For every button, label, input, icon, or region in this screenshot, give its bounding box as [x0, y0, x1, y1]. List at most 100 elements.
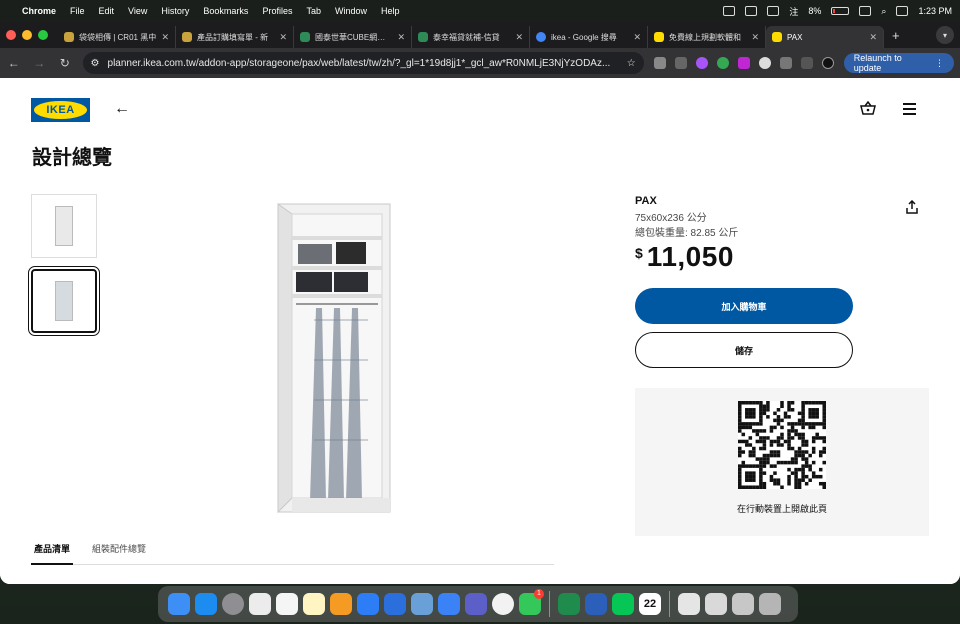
tab-favicon-icon — [64, 32, 74, 42]
system-settings-icon[interactable] — [222, 593, 244, 615]
product-dimensions: 75x60x236 公分 — [635, 213, 707, 224]
puzzle-icon[interactable] — [779, 57, 792, 69]
tab-favicon-icon — [300, 32, 310, 42]
close-tab-icon[interactable]: ✕ — [869, 32, 877, 43]
menubar-clock[interactable]: 1:23 PM — [918, 6, 952, 16]
menu-bookmarks[interactable]: Bookmarks — [203, 6, 248, 16]
zoom-window-button[interactable] — [38, 30, 48, 40]
close-window-button[interactable] — [6, 30, 16, 40]
browser-tab[interactable]: 免費線上規劃軟體和 ✕ — [648, 26, 766, 48]
line-icon[interactable] — [612, 593, 634, 615]
vpn-status-icon[interactable] — [723, 6, 736, 16]
bookmark-star-icon[interactable]: ☆ — [627, 58, 636, 69]
freeform-icon[interactable] — [276, 593, 298, 615]
extension-icon[interactable] — [758, 57, 771, 69]
more-menu-icon[interactable]: ⋮ — [935, 58, 944, 69]
extension-icon[interactable] — [695, 57, 708, 69]
active-tab-indicator — [31, 563, 73, 565]
close-tab-icon[interactable]: ✕ — [397, 32, 405, 43]
address-bar[interactable]: ⚙ planner.ikea.com.tw/addon-app/storageo… — [82, 52, 644, 74]
pages-icon[interactable] — [330, 593, 352, 615]
extension-icon[interactable] — [653, 57, 666, 69]
add-to-cart-button[interactable]: 加入購物車 — [635, 288, 853, 324]
trash-icon[interactable] — [759, 593, 781, 615]
browser-tab[interactable]: ikea - Google 搜尋 ✕ — [530, 26, 648, 48]
dock-separator — [669, 591, 670, 617]
launchpad-icon[interactable] — [249, 593, 271, 615]
design-thumbnail-selected[interactable] — [28, 266, 100, 336]
browser-tab-active[interactable]: PAX ✕ — [766, 26, 884, 48]
battery-icon[interactable] — [831, 7, 850, 15]
window-minimized-icon[interactable] — [705, 593, 727, 615]
ikea-logo[interactable]: IKEA — [31, 98, 90, 122]
profile-avatar-icon[interactable] — [821, 57, 834, 69]
close-tab-icon[interactable]: ✕ — [279, 32, 287, 43]
menu-help[interactable]: Help — [381, 6, 400, 16]
share-icon[interactable] — [905, 200, 919, 214]
screen-sharing-icon[interactable] — [411, 593, 433, 615]
input-method-indicator[interactable]: 注 — [789, 5, 798, 18]
save-button[interactable]: 儲存 — [635, 332, 853, 368]
menu-window[interactable]: Window — [335, 6, 367, 16]
close-tab-icon[interactable]: ✕ — [161, 32, 169, 43]
extension-icon[interactable] — [674, 57, 687, 69]
close-tab-icon[interactable]: ✕ — [633, 32, 641, 43]
back-arrow-icon[interactable]: ← — [6, 56, 22, 70]
wardrobe-3d-render[interactable] — [270, 200, 400, 516]
calendar-icon[interactable]: 22 — [639, 593, 661, 615]
relaunch-to-update-button[interactable]: Relaunch to update ⋮ — [843, 53, 954, 73]
grammarly-icon[interactable] — [716, 57, 729, 69]
tab-strip: 袋袋相傳 | CR01 黑中 ✕ 產品訂購填寫單 - 新 ✕ 國泰世華CUBE網… — [0, 22, 960, 48]
download-extension-icon[interactable] — [737, 57, 750, 69]
chrome-icon[interactable] — [492, 593, 514, 615]
site-settings-icon[interactable]: ⚙ — [91, 58, 100, 69]
excel-icon[interactable] — [558, 593, 580, 615]
notes-icon[interactable] — [303, 593, 325, 615]
ikea-page: IKEA ← 設計總覽 PAX 75x60x236 公分 總包裝重量: 82.8… — [0, 78, 960, 584]
teams-icon[interactable] — [465, 593, 487, 615]
design-thumbnail[interactable] — [31, 194, 97, 258]
minimize-window-button[interactable] — [22, 30, 32, 40]
control-center-icon[interactable] — [896, 6, 909, 16]
side-panel-icon[interactable] — [800, 57, 813, 69]
tab-assembly-parts[interactable]: 組裝配件總覽 — [92, 542, 146, 555]
messages-icon[interactable]: 1 — [519, 589, 544, 615]
hamburger-menu-icon[interactable] — [903, 103, 916, 118]
menu-tab[interactable]: Tab — [306, 6, 321, 16]
finder-icon[interactable] — [168, 593, 190, 615]
browser-tab[interactable]: 泰幸福貸就補-信貸 ✕ — [412, 26, 530, 48]
tab-product-list[interactable]: 產品清單 — [34, 542, 70, 555]
tab-search-icon[interactable]: ▾ — [936, 26, 954, 44]
browser-tab[interactable]: 國泰世華CUBE網路銀 ✕ — [294, 26, 412, 48]
menu-history[interactable]: History — [161, 6, 189, 16]
shopping-bag-icon[interactable] — [860, 101, 876, 115]
mac-dock: 1 22 — [158, 586, 798, 622]
keyboard-icon[interactable] — [859, 6, 872, 16]
url-text[interactable]: planner.ikea.com.tw/addon-app/storageone… — [108, 58, 619, 69]
spotlight-search-icon[interactable]: ⌕ — [881, 6, 886, 17]
menu-view[interactable]: View — [128, 6, 147, 16]
page-title: 設計總覽 — [32, 147, 112, 169]
browser-tab[interactable]: 袋袋相傳 | CR01 黑中 ✕ — [58, 26, 176, 48]
window-minimized-icon[interactable] — [732, 593, 754, 615]
camera-icon[interactable] — [745, 6, 758, 16]
menu-file[interactable]: File — [70, 6, 85, 16]
close-tab-icon[interactable]: ✕ — [515, 32, 523, 43]
browser-toolbar: ← → ↻ ⚙ planner.ikea.com.tw/addon-app/st… — [0, 48, 960, 78]
menu-profiles[interactable]: Profiles — [262, 6, 292, 16]
outlook-icon[interactable] — [384, 593, 406, 615]
chat-icon[interactable] — [767, 6, 780, 16]
word-icon[interactable] — [585, 593, 607, 615]
mail-icon[interactable] — [438, 593, 460, 615]
browser-tab[interactable]: 產品訂購填寫單 - 新 ✕ — [176, 26, 294, 48]
menu-edit[interactable]: Edit — [99, 6, 115, 16]
menu-app-name[interactable]: Chrome — [22, 6, 56, 16]
document-stack-icon[interactable] — [678, 593, 700, 615]
close-tab-icon[interactable]: ✕ — [751, 32, 759, 43]
keynote-icon[interactable] — [357, 593, 379, 615]
app-store-icon[interactable] — [195, 593, 217, 615]
reload-icon[interactable]: ↻ — [57, 56, 73, 70]
forward-arrow-icon[interactable]: → — [32, 56, 48, 70]
new-tab-button[interactable]: + — [892, 28, 900, 43]
back-arrow-icon[interactable]: ← — [114, 100, 130, 118]
